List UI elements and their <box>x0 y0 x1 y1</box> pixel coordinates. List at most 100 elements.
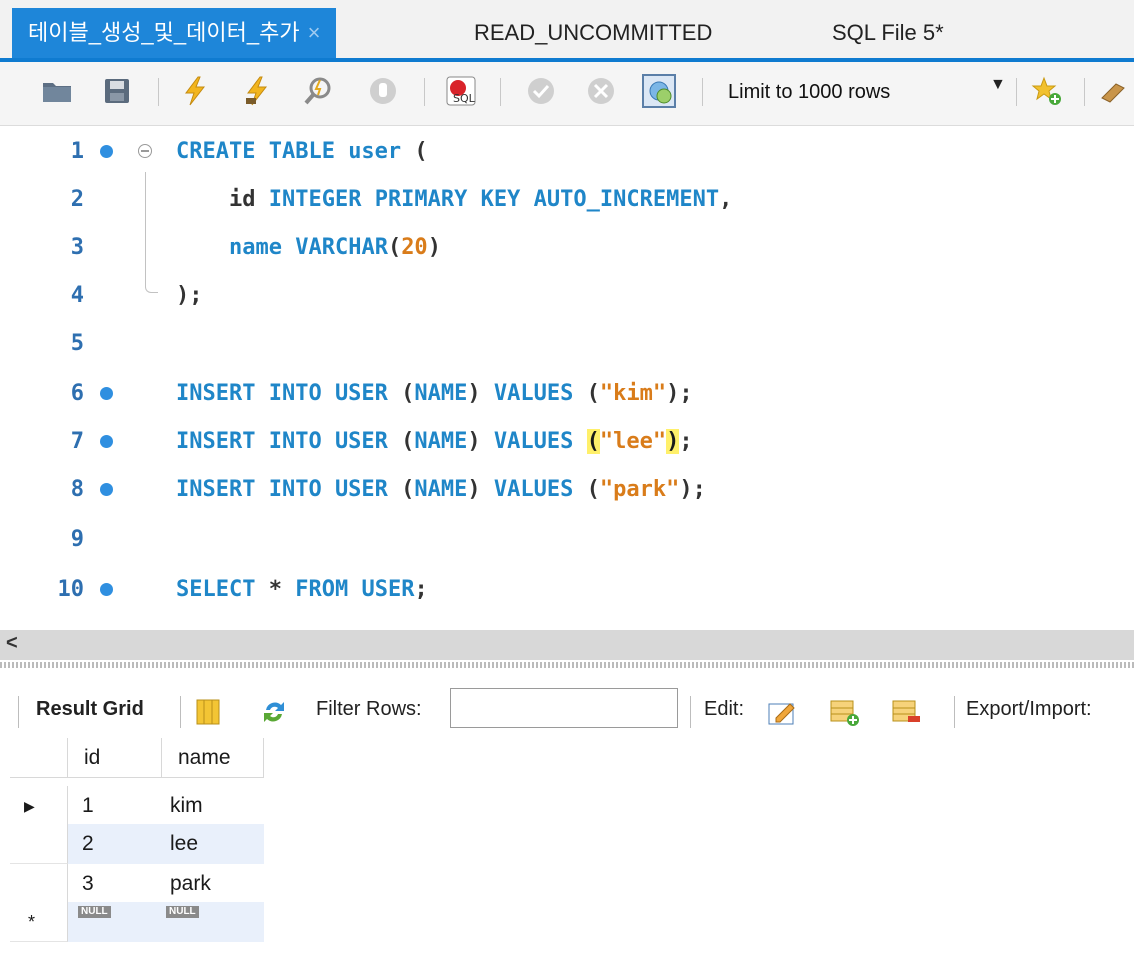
line-number: 2 <box>70 187 84 212</box>
cell-name[interactable]: park <box>162 864 264 904</box>
delete-row-icon[interactable] <box>890 696 922 728</box>
open-folder-icon[interactable] <box>40 74 74 108</box>
commit-icon[interactable] <box>524 74 558 108</box>
statement-marker-icon <box>100 435 113 448</box>
code-token: ) <box>427 235 441 260</box>
save-icon[interactable] <box>100 74 134 108</box>
code-token: ( <box>586 477 600 502</box>
code-token: ( <box>387 235 402 260</box>
execute-lightning-icon[interactable] <box>178 74 212 108</box>
code-token: NAME <box>414 477 468 502</box>
cell-name[interactable]: lee <box>162 824 264 864</box>
result-grid-button[interactable]: Result Grid <box>36 698 144 721</box>
code-token: id <box>228 187 269 212</box>
code-token: INSERT INTO USER <box>176 429 402 454</box>
edit-label: Edit: <box>704 698 745 720</box>
code-line[interactable]: 1 CREATE TABLE user ( <box>0 128 1134 176</box>
panel-splitter[interactable] <box>0 662 1134 668</box>
toolbar-divider <box>954 696 955 728</box>
code-token: ( <box>401 139 428 164</box>
cell-id[interactable]: 2 <box>68 824 162 864</box>
cell-name[interactable]: kim <box>162 786 264 826</box>
filter-rows-label: Filter Rows: <box>316 698 422 720</box>
column-header-name[interactable]: name <box>162 738 264 778</box>
toolbar-divider <box>1016 78 1017 106</box>
code-line[interactable]: 9 <box>0 516 1134 564</box>
line-number: 10 <box>57 577 85 602</box>
toolbar-divider <box>180 696 181 728</box>
code-line[interactable]: 4); <box>0 272 1134 320</box>
filter-rows-input[interactable] <box>450 688 678 728</box>
tab-label: READ_UNCOMMITTED <box>474 20 713 45</box>
code-token: 20 <box>401 235 428 260</box>
cell-id-null[interactable]: NULL <box>68 902 162 942</box>
bookmark-star-icon[interactable] <box>1030 74 1064 108</box>
code-text: INSERT INTO USER (NAME) VALUES ("park"); <box>176 466 706 514</box>
statement-marker-icon <box>100 387 113 400</box>
code-line[interactable]: 7 INSERT INTO USER (NAME) VALUES ("lee"); <box>0 418 1134 466</box>
cell-id[interactable]: 3 <box>68 864 162 904</box>
row-marker[interactable] <box>10 824 68 864</box>
code-token: ) <box>666 429 680 454</box>
statement-marker-icon <box>100 583 113 596</box>
line-number: 3 <box>70 235 84 260</box>
close-icon[interactable]: × <box>308 20 321 45</box>
code-token: NAME <box>414 381 468 406</box>
line-number: 8 <box>70 477 84 502</box>
editor-horizontal-scrollbar[interactable]: < <box>0 630 1134 660</box>
code-line[interactable]: 5 <box>0 320 1134 368</box>
cell-name-null[interactable]: NULL <box>162 902 264 942</box>
new-row-marker[interactable]: * <box>10 902 68 942</box>
limit-rows-select[interactable]: Limit to 1000 rows <box>720 74 998 110</box>
tab-table-create[interactable]: 테이블_생성_및_데이터_추가 × <box>12 8 337 58</box>
code-token: ( <box>401 429 415 454</box>
execute-current-icon[interactable] <box>240 74 274 108</box>
sql-editor[interactable]: 1 CREATE TABLE user (2 id INTEGER PRIMARY… <box>0 126 1134 630</box>
rollback-icon[interactable] <box>584 74 618 108</box>
code-token: VARCHAR <box>295 235 388 260</box>
toggle-error-icon[interactable]: SQL <box>444 74 478 108</box>
fold-toggle-icon[interactable] <box>138 144 152 158</box>
code-token: VALUES <box>493 429 587 454</box>
code-text: SELECT * FROM USER; <box>176 566 428 614</box>
column-header-id[interactable]: id <box>68 738 162 778</box>
toolbar-divider <box>424 78 425 106</box>
grid-layout-icon[interactable] <box>192 696 224 728</box>
row-header-corner <box>10 738 68 778</box>
toolbar-divider <box>702 78 703 106</box>
autocommit-icon[interactable] <box>642 74 676 108</box>
code-line[interactable]: 2 id INTEGER PRIMARY KEY AUTO_INCREMENT, <box>0 176 1134 224</box>
code-token: VALUES <box>493 381 587 406</box>
edit-cell-icon[interactable] <box>766 696 798 728</box>
code-token: INSERT INTO USER <box>176 381 402 406</box>
code-token: INSERT INTO USER <box>176 477 402 502</box>
code-line[interactable]: 3 name VARCHAR(20) <box>0 224 1134 272</box>
code-token: ) <box>467 381 494 406</box>
limit-rows-label: Limit to 1000 rows <box>728 81 891 103</box>
refresh-icon[interactable] <box>258 696 290 728</box>
code-token: ( <box>586 429 600 454</box>
tab-label: 테이블_생성_및_데이터_추가 <box>28 20 300 45</box>
cell-id[interactable]: 1 <box>68 786 162 826</box>
code-token: ; <box>679 429 693 454</box>
line-number: 7 <box>70 429 84 454</box>
code-line[interactable]: 8 INSERT INTO USER (NAME) VALUES ("park")… <box>0 466 1134 514</box>
row-marker[interactable] <box>10 864 68 904</box>
tab-read-uncommitted[interactable]: READ_UNCOMMITTED <box>474 8 712 58</box>
explain-magnifier-icon[interactable] <box>302 74 336 108</box>
code-line[interactable]: 6 INSERT INTO USER (NAME) VALUES ("kim"); <box>0 370 1134 418</box>
dropdown-arrow-icon[interactable]: ▼ <box>990 76 1006 94</box>
line-number: 1 <box>70 139 84 164</box>
stop-icon[interactable] <box>366 74 400 108</box>
code-token: ( <box>586 381 600 406</box>
tab-sql-file-5[interactable]: SQL File 5* <box>832 8 944 58</box>
row-marker-current[interactable]: ▶ <box>10 786 68 826</box>
code-token: ); <box>666 381 693 406</box>
scroll-left-icon[interactable]: < <box>6 632 18 655</box>
line-number: 5 <box>70 331 84 356</box>
code-line[interactable]: 10 SELECT * FROM USER; <box>0 566 1134 614</box>
add-row-icon[interactable] <box>828 696 860 728</box>
beautify-icon[interactable] <box>1098 74 1134 108</box>
export-import-label: Export/Import: <box>966 698 1092 720</box>
